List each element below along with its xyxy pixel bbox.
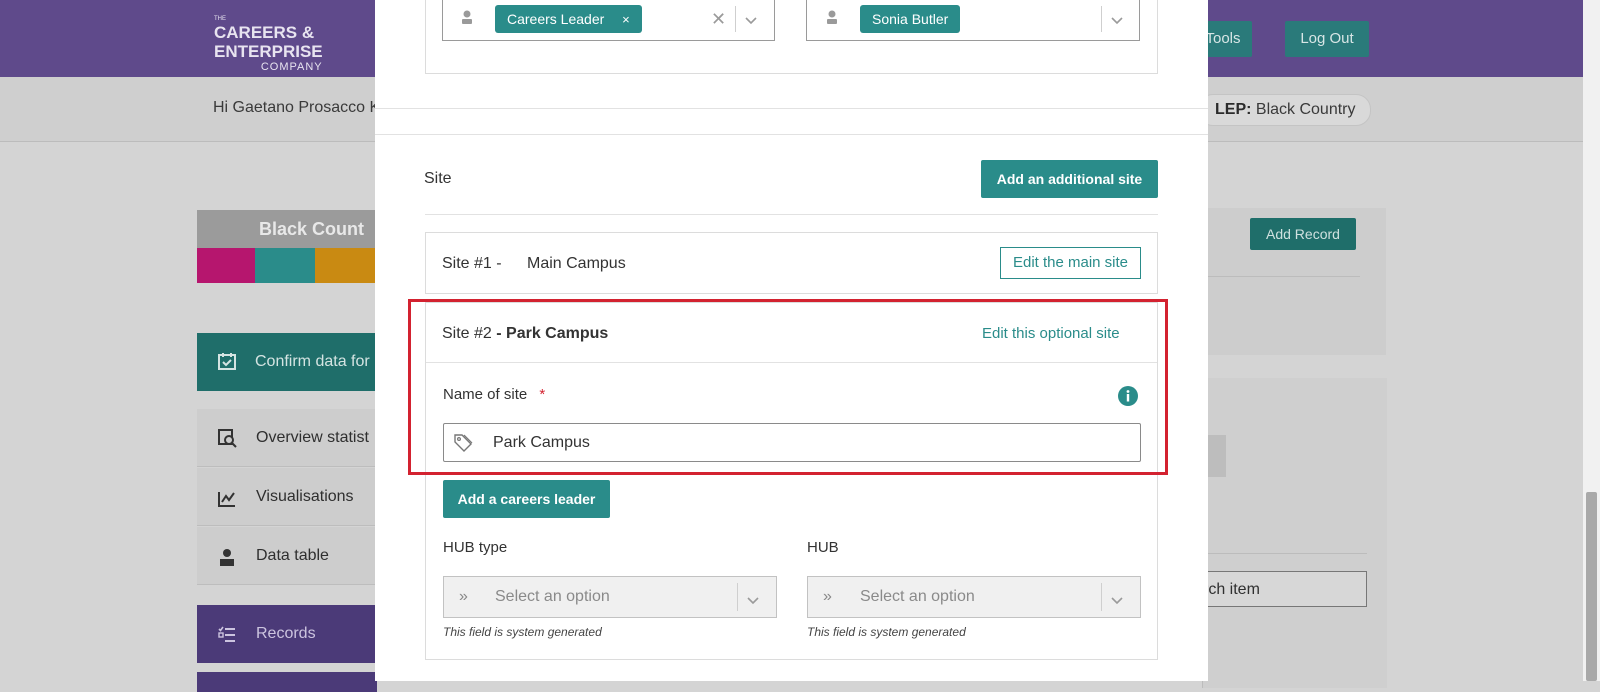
lep-value: Black Country: [1255, 101, 1356, 118]
checklist-icon: [216, 624, 238, 646]
site-1-name: Main Campus: [527, 255, 626, 272]
selected-tag-sonia-butler[interactable]: Sonia Butler: [860, 5, 961, 33]
scrollbar-thumb[interactable]: [1586, 492, 1597, 681]
hub-type-placeholder: Select an option: [495, 588, 610, 605]
tag-label: Sonia Butler: [872, 11, 949, 27]
color-swatch-magenta: [197, 248, 255, 283]
logo-line-3: COMPANY: [260, 61, 323, 73]
search-panel: [1202, 378, 1387, 688]
records-label: Records: [256, 625, 316, 642]
double-chevron-icon: »: [459, 588, 468, 605]
region-banner: Black Count: [197, 210, 377, 248]
double-chevron-icon: »: [823, 588, 832, 605]
search-chart-icon: [216, 428, 238, 450]
select-separator: [1101, 583, 1102, 611]
edit-site-modal: Careers Leader × ✕ Sonia Butler Site Add…: [375, 0, 1208, 681]
chevron-down-icon[interactable]: [1110, 593, 1124, 611]
site-section-title: Site: [424, 170, 452, 187]
chevron-down-icon[interactable]: [744, 13, 758, 31]
logo-the: THE: [214, 16, 226, 22]
company-logo[interactable]: THE CAREERS & ENTERPRISE COMPANY: [214, 16, 323, 73]
add-record-button[interactable]: Add Record: [1250, 218, 1356, 250]
edit-main-site-button[interactable]: Edit the main site: [1000, 247, 1141, 279]
hub-label: HUB: [807, 539, 839, 556]
log-out-button[interactable]: Log Out: [1285, 21, 1369, 57]
selected-tag-careers-leader[interactable]: Careers Leader ×: [495, 5, 642, 33]
user-greeting: Hi Gaetano Prosacco K: [213, 99, 381, 116]
sidebar-item-label: Overview statist: [256, 429, 369, 446]
lep-label: LEP:: [1215, 101, 1252, 118]
sidebar-item-partial: [197, 672, 377, 692]
panel-divider: [1202, 276, 1360, 277]
hub-type-select[interactable]: [443, 576, 777, 618]
person-icon: [459, 9, 475, 29]
search-item-text: rch item: [1203, 581, 1260, 598]
select-separator: [737, 583, 738, 611]
color-swatch-orange: [315, 248, 377, 283]
tag-label: Careers Leader: [507, 11, 605, 27]
lep-badge[interactable]: LEP: Black Country: [1198, 94, 1371, 126]
clear-icon[interactable]: ✕: [711, 9, 726, 30]
hub-hint: This field is system generated: [807, 625, 966, 639]
hub-placeholder: Select an option: [860, 588, 975, 605]
logo-line-1: CAREERS &: [214, 23, 315, 42]
site-divider: [425, 214, 1158, 215]
select-separator: [1101, 6, 1102, 32]
hub-type-hint: This field is system generated: [443, 625, 602, 639]
section-divider: [375, 108, 1208, 109]
add-careers-leader-button[interactable]: Add a careers leader: [443, 480, 610, 518]
contact-person-select[interactable]: [806, 0, 1140, 41]
search-item-input[interactable]: rch item: [1202, 571, 1367, 607]
tag-remove-icon[interactable]: ×: [622, 12, 630, 27]
calendar-check-icon: [216, 351, 238, 373]
hub-type-label: HUB type: [443, 539, 508, 556]
chevron-down-icon[interactable]: [1110, 13, 1124, 31]
select-separator: [735, 6, 736, 32]
highlight-box: [408, 299, 1168, 475]
user-table-icon: [216, 547, 238, 569]
chevron-down-icon[interactable]: [746, 593, 760, 611]
add-additional-site-button[interactable]: Add an additional site: [981, 160, 1158, 198]
confirm-data-label: Confirm data for: [255, 353, 370, 370]
site-1-prefix: Site #1 -: [442, 255, 502, 272]
color-swatch-teal: [255, 248, 315, 283]
person-icon: [824, 9, 840, 30]
logo-line-2: ENTERPRISE: [214, 42, 323, 61]
chart-icon: [216, 488, 238, 510]
section-divider: [375, 134, 1208, 135]
sidebar-item-label: Visualisations: [256, 488, 354, 505]
sidebar-item-label: Data table: [256, 547, 329, 564]
panel-divider: [1202, 553, 1367, 554]
